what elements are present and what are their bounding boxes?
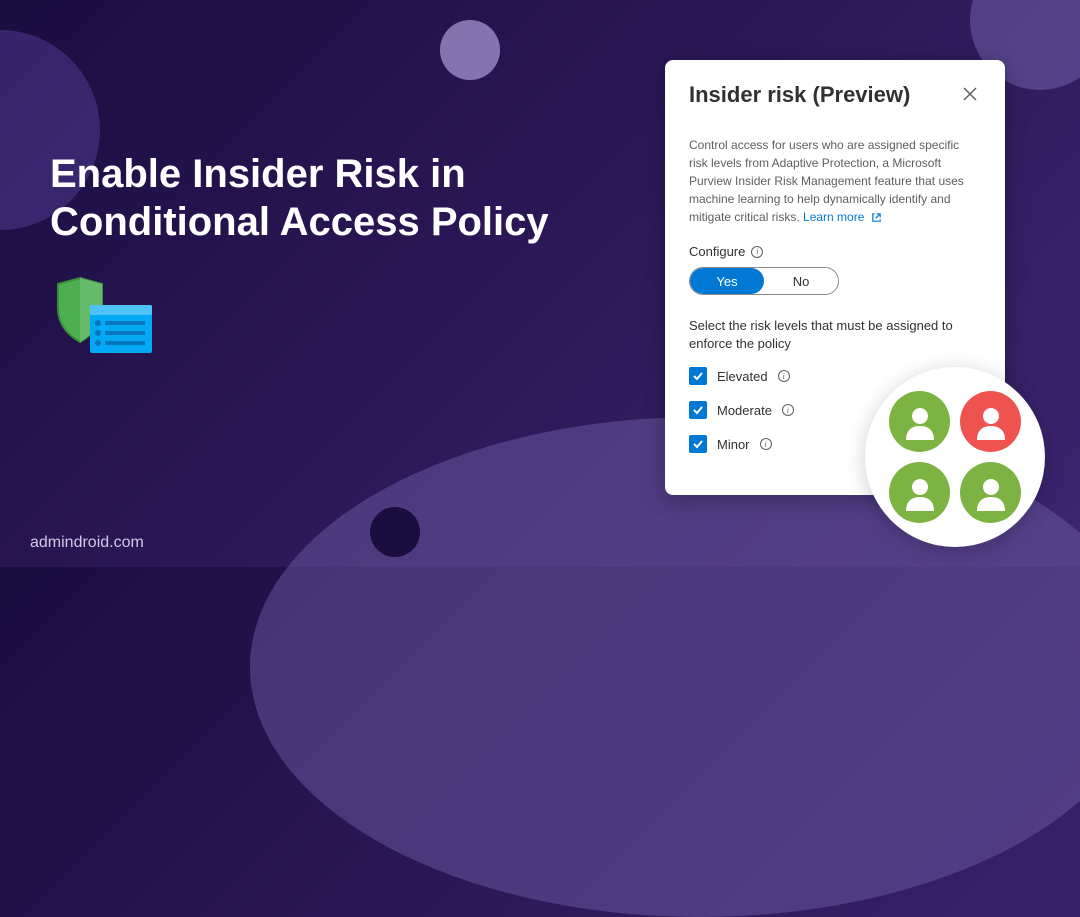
configure-toggle[interactable]: Yes No: [689, 267, 839, 295]
checkbox-elevated[interactable]: [689, 367, 707, 385]
person-icon: [971, 473, 1011, 513]
bg-decoration: [370, 507, 420, 557]
bg-decoration: [440, 20, 500, 80]
info-icon[interactable]: i: [760, 438, 772, 450]
shield-list-icon: [50, 270, 160, 365]
page-title: Enable Insider Risk in Conditional Acces…: [50, 150, 550, 246]
panel-description: Control access for users who are assigne…: [689, 136, 981, 226]
user-avatar-risk: [960, 391, 1021, 452]
user-avatars-group: [865, 367, 1045, 547]
user-avatar: [889, 462, 950, 523]
panel-title: Insider risk (Preview): [689, 82, 910, 108]
toggle-no[interactable]: No: [764, 268, 838, 294]
external-link-icon: [871, 212, 882, 223]
checkbox-moderate[interactable]: [689, 401, 707, 419]
toggle-yes[interactable]: Yes: [690, 268, 764, 294]
configure-label: Configure i: [689, 244, 981, 259]
checkmark-icon: [692, 438, 704, 450]
risk-level-label: Elevated: [717, 369, 768, 384]
person-icon: [900, 402, 940, 442]
info-icon[interactable]: i: [751, 246, 763, 258]
close-button[interactable]: [959, 82, 981, 108]
person-icon: [900, 473, 940, 513]
learn-more-link[interactable]: Learn more: [803, 210, 882, 224]
risk-levels-label: Select the risk levels that must be assi…: [689, 317, 981, 353]
user-avatar: [889, 391, 950, 452]
checkmark-icon: [692, 404, 704, 416]
configure-section: Configure i Yes No: [689, 244, 981, 295]
info-icon[interactable]: i: [782, 404, 794, 416]
checkmark-icon: [692, 370, 704, 382]
person-icon: [971, 402, 1011, 442]
footer-brand: admindroid.com: [30, 534, 144, 552]
risk-level-label: Moderate: [717, 403, 772, 418]
close-icon: [963, 87, 977, 101]
panel-header: Insider risk (Preview): [689, 82, 981, 108]
info-icon[interactable]: i: [778, 370, 790, 382]
risk-level-label: Minor: [717, 437, 750, 452]
checkbox-minor[interactable]: [689, 435, 707, 453]
user-avatar: [960, 462, 1021, 523]
